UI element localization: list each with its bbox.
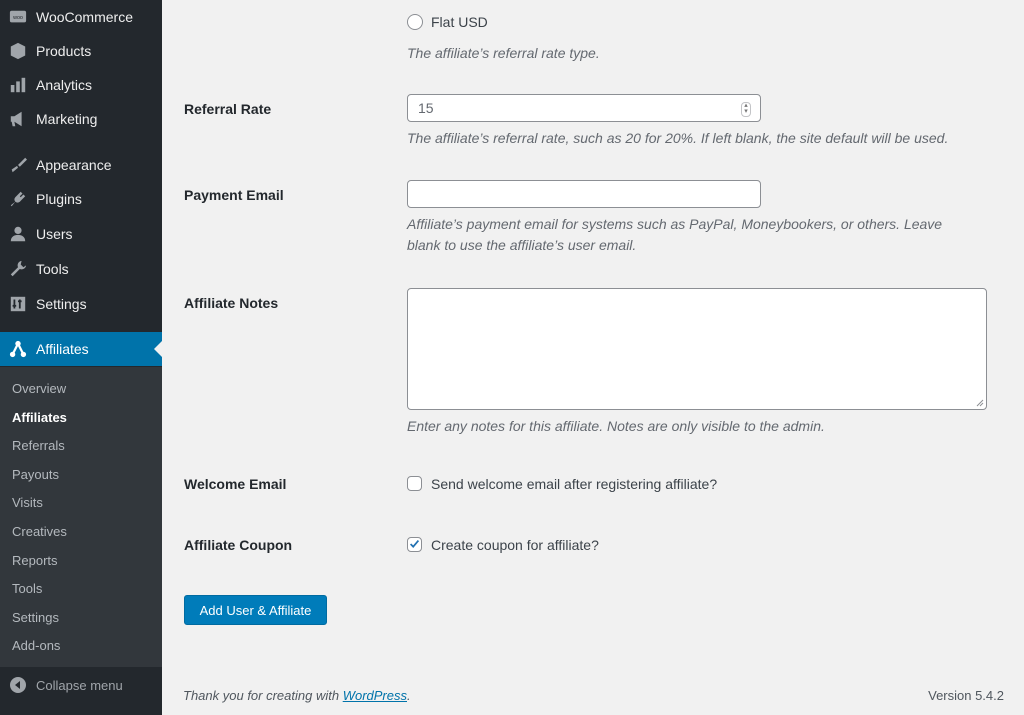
payment-email-input[interactable] xyxy=(407,180,761,208)
submenu-item-affiliates[interactable]: Affiliates xyxy=(12,410,67,425)
collapse-menu-label: Collapse menu xyxy=(36,677,123,693)
footer-thanks-suffix: . xyxy=(407,688,411,703)
menu-label: Settings xyxy=(36,296,87,312)
menu-item-woocommerce[interactable]: woo WooCommerce xyxy=(0,0,162,34)
menu-item-plugins[interactable]: Plugins xyxy=(0,182,162,216)
menu-item-analytics[interactable]: Analytics xyxy=(0,68,162,102)
submenu-item-settings[interactable]: Settings xyxy=(12,610,59,625)
affiliate-notes-label: Affiliate Notes xyxy=(184,295,279,311)
menu-label: Marketing xyxy=(36,111,98,127)
woocommerce-icon: woo xyxy=(0,8,36,26)
menu-item-users[interactable]: Users xyxy=(0,217,162,251)
menu-label: Appearance xyxy=(36,157,112,173)
submenu-item-add-ons[interactable]: Add-ons xyxy=(12,638,60,653)
collapse-arrow-icon xyxy=(0,677,36,693)
collapse-menu-button[interactable]: Collapse menu xyxy=(0,668,162,702)
submenu-item-referrals[interactable]: Referrals xyxy=(12,438,65,453)
payment-email-description: Affiliate’s payment email for systems su… xyxy=(407,214,942,256)
referral-rate-description: The affiliate’s referral rate, such as 2… xyxy=(407,130,949,146)
checkmark-icon xyxy=(409,540,420,548)
submenu-item-overview[interactable]: Overview xyxy=(12,381,66,396)
menu-label: WooCommerce xyxy=(36,9,133,25)
menu-label: Analytics xyxy=(36,77,93,93)
payment-email-label: Payment Email xyxy=(184,187,284,203)
number-spinner-icon[interactable]: ▴ ▾ xyxy=(741,102,751,117)
add-user-affiliate-button[interactable]: Add User & Affiliate xyxy=(184,595,327,625)
wordpress-link[interactable]: WordPress xyxy=(343,688,407,703)
user-icon xyxy=(0,225,36,243)
admin-sidebar: woo WooCommerce Products Analytics Marke… xyxy=(0,0,162,715)
active-menu-arrow xyxy=(154,341,162,357)
menu-item-tools[interactable]: Tools xyxy=(0,252,162,286)
menu-label: Products xyxy=(36,43,92,59)
paintbrush-icon xyxy=(0,156,36,174)
welcome-email-label: Welcome Email xyxy=(184,476,287,492)
submenu-item-payouts[interactable]: Payouts xyxy=(12,467,59,482)
megaphone-icon xyxy=(0,110,36,128)
affiliate-notes-description: Enter any notes for this affiliate. Note… xyxy=(407,418,825,434)
box-icon xyxy=(0,42,36,60)
footer-thanks: Thank you for creating with WordPress. xyxy=(183,688,411,703)
rate-type-flat-label: Flat USD xyxy=(431,14,488,30)
payment-email-description-line2: blank to use the affiliate’s user email. xyxy=(407,237,637,253)
sliders-icon xyxy=(0,295,36,313)
menu-item-marketing[interactable]: Marketing xyxy=(0,102,162,136)
menu-item-appearance[interactable]: Appearance xyxy=(0,148,162,182)
menu-label: Users xyxy=(36,226,73,242)
affiliate-coupon-label: Affiliate Coupon xyxy=(184,537,293,553)
rate-type-description: The affiliate’s referral rate type. xyxy=(407,45,600,61)
welcome-email-checkbox-label: Send welcome email after registering aff… xyxy=(431,476,718,492)
menu-label: Plugins xyxy=(36,191,82,207)
resize-handle-icon[interactable] xyxy=(974,397,984,407)
referral-rate-label: Referral Rate xyxy=(184,101,272,117)
referral-rate-input[interactable]: 15 ▴ ▾ xyxy=(407,94,761,122)
referral-rate-value: 15 xyxy=(418,100,434,116)
rate-type-flat-radio[interactable] xyxy=(407,14,423,30)
welcome-email-checkbox[interactable] xyxy=(407,476,422,491)
submenu-item-visits[interactable]: Visits xyxy=(12,495,43,510)
footer-thanks-prefix: Thank you for creating with xyxy=(183,688,343,703)
affiliates-submenu: Overview Affiliates Referrals Payouts Vi… xyxy=(0,367,162,667)
menu-item-settings[interactable]: Settings xyxy=(0,287,162,321)
submenu-item-tools[interactable]: Tools xyxy=(12,581,42,596)
menu-label: Tools xyxy=(36,261,69,277)
affiliates-icon xyxy=(0,340,36,358)
affiliate-coupon-checkbox-label: Create coupon for affiliate? xyxy=(431,537,599,553)
submenu-item-creatives[interactable]: Creatives xyxy=(12,524,67,539)
svg-text:woo: woo xyxy=(12,15,23,21)
submenu-item-reports[interactable]: Reports xyxy=(12,553,58,568)
menu-item-affiliates[interactable]: Affiliates xyxy=(0,332,162,366)
menu-item-products[interactable]: Products xyxy=(0,34,162,68)
bar-chart-icon xyxy=(0,76,36,94)
payment-email-description-line1: Affiliate’s payment email for systems su… xyxy=(407,216,943,232)
version-text: Version 5.4.2 xyxy=(928,688,1004,703)
affiliate-coupon-checkbox[interactable] xyxy=(407,537,422,552)
affiliate-notes-textarea[interactable] xyxy=(407,288,987,410)
wrench-icon xyxy=(0,260,36,278)
menu-label: Affiliates xyxy=(36,341,89,357)
plug-icon xyxy=(0,190,36,208)
